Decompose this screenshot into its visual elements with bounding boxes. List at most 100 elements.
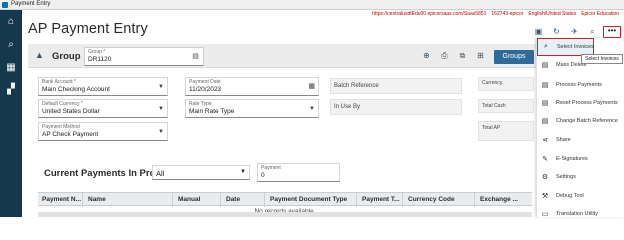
menu-item-label: E-Signatures <box>556 156 588 162</box>
more-options-button[interactable]: ••• <box>603 26 621 38</box>
tooltip: Select Invoices <box>581 54 623 64</box>
print-icon[interactable]: ⎙ <box>439 51 450 61</box>
session-info: https://centralusdtEdu00.epicorsaas.com/… <box>372 11 624 17</box>
menu-item-label: Translation Utility <box>556 211 598 217</box>
collapse-chevron-icon[interactable]: ▲ <box>35 50 44 60</box>
menu-item-process-payments[interactable]: ▤ Process Payments <box>537 77 624 95</box>
sidebar: ⌂ ⌕ ▦ ▞ <box>0 10 22 217</box>
menu-item-change-batch-reference[interactable]: ▤ Change Batch Reference <box>537 113 624 131</box>
payments-filter-select[interactable]: All ▼ <box>152 165 250 180</box>
column-divider[interactable] <box>474 193 475 207</box>
add-icon[interactable]: ⊕ <box>421 51 432 60</box>
group-field-value: DR1120 <box>88 56 112 63</box>
bank-account-field[interactable]: Bank Account * Main Checking Account ▼ <box>38 77 168 96</box>
session-info-bar: https://centralusdtEdu00.epicorsaas.com/… <box>22 10 624 19</box>
apps-grid-icon[interactable]: ▦ <box>5 62 17 74</box>
rate-type-label: Rate Type <box>189 101 212 107</box>
search-icon: ⌕ <box>544 43 548 50</box>
column-header-date[interactable]: Date <box>226 196 240 203</box>
table-header: Payment N... Name Manual Date Payment Do… <box>38 192 532 207</box>
payments-filter-value: All <box>156 169 165 178</box>
dropdown-caret-icon: ▼ <box>158 129 164 135</box>
payment-method-value: AP Check Payment <box>42 131 99 138</box>
batch-reference-label: Batch Reference <box>334 83 379 89</box>
menu-item-e-signatures[interactable]: ✎ E-Signatures <box>537 151 624 169</box>
menu-item-translation-utility[interactable]: ▭ Translation Utility <box>537 206 624 224</box>
batch-reference-field[interactable]: Batch Reference <box>330 78 462 94</box>
column-divider[interactable] <box>220 193 221 207</box>
column-header-payment-number[interactable]: Payment N... <box>42 196 81 203</box>
menu-item-label: Process Payments <box>556 82 602 88</box>
column-header-payment-type[interactable]: Payment T... <box>362 196 400 203</box>
total-ap-label: Total AP <box>482 125 501 131</box>
search-icon[interactable]: ⌕ <box>5 39 17 51</box>
dropdown-caret-icon: ▼ <box>158 84 164 90</box>
column-header-payment-document-type[interactable]: Payment Document Type <box>270 196 347 203</box>
in-use-by-field: In Use By <box>330 99 462 115</box>
column-divider[interactable] <box>402 193 403 207</box>
lookup-icon[interactable]: ▤ <box>190 52 201 60</box>
currency-label: Currency <box>482 80 503 86</box>
mass-delete-icon: ▤ <box>541 62 549 69</box>
app-icon <box>2 2 8 8</box>
payment-count-value: 0 <box>261 172 265 179</box>
calendar-icon[interactable]: ▦ <box>308 82 315 90</box>
session-company: 162743-epicor <box>491 11 524 17</box>
dropdown-caret-icon: ▼ <box>158 106 164 112</box>
menu-item-label: Select Invoices <box>557 44 594 50</box>
menu-item-label: Change Batch Reference <box>556 118 618 124</box>
payment-date-field[interactable]: Payment Date 11/20/2023 ▦ <box>185 77 319 96</box>
total-cash-label: Total Cash <box>482 103 506 109</box>
payment-method-field[interactable]: Payment Method AP Check Payment ▼ <box>38 122 168 141</box>
menu-item-label: Share <box>556 137 571 143</box>
share-icon: ⋖ <box>542 137 548 144</box>
column-header-manual[interactable]: Manual <box>178 196 200 203</box>
groups-button[interactable]: Groups <box>494 50 534 64</box>
overflow-menu: ⌕ Select Invoices ▤ Mass Delete ▤ Proces… <box>536 38 624 218</box>
column-divider[interactable] <box>172 193 173 207</box>
payment-count-field: Payment 0 <box>257 163 340 182</box>
session-site: Epicor Education <box>581 11 619 17</box>
column-header-exchange[interactable]: Exchange ... <box>480 196 518 203</box>
horizontal-scrollbar[interactable] <box>38 212 532 217</box>
column-divider[interactable] <box>264 193 265 207</box>
default-currency-label: Default Currency * <box>42 101 83 107</box>
currency-field: Currency <box>478 77 534 91</box>
payment-date-label: Payment Date <box>189 79 221 85</box>
session-url: https://centralusdtEdu00.epicorsaas.com/… <box>372 11 487 17</box>
default-currency-field[interactable]: Default Currency * United States Dollar … <box>38 99 168 118</box>
in-use-by-label: In Use By <box>334 104 361 110</box>
total-ap-field: Total AP <box>478 121 534 141</box>
open-icon[interactable]: ⧉ <box>457 51 468 61</box>
batch-icon: ▤ <box>541 118 549 125</box>
menu-item-label: Settings <box>556 174 576 180</box>
total-cash-field: Total Cash <box>478 99 534 113</box>
column-divider[interactable] <box>82 193 83 207</box>
home-icon[interactable]: ⌂ <box>5 16 17 28</box>
menu-item-settings[interactable]: ⚙ Settings <box>537 169 624 187</box>
dropdown-caret-icon: ▼ <box>309 106 315 112</box>
menu-item-label: Debug Tool <box>556 193 584 199</box>
signature-icon: ✎ <box>542 156 548 163</box>
process-icon: ▤ <box>541 82 549 89</box>
rate-type-field[interactable]: Rate Type Main Rate Type ▼ <box>185 99 319 118</box>
window-titlebar: Payment Entry <box>0 0 624 10</box>
group-field[interactable]: Group * DR1120 ▤ <box>84 47 204 66</box>
search-icon[interactable]: ⌕ <box>587 26 598 37</box>
column-divider[interactable] <box>356 193 357 207</box>
payment-method-label: Payment Method <box>42 124 80 130</box>
save-icon[interactable]: ▣ <box>533 26 544 37</box>
dashboard-icon[interactable]: ▞ <box>5 84 17 96</box>
column-header-name[interactable]: Name <box>88 196 106 203</box>
group-field-label: Group * <box>88 49 106 55</box>
refresh-icon[interactable]: ↻ <box>551 26 562 37</box>
actions-icon[interactable]: ✈ <box>569 26 580 37</box>
menu-item-share[interactable]: ⋖ Share <box>537 132 624 150</box>
window-title: Payment Entry <box>11 1 51 7</box>
rate-type-value: Main Rate Type <box>189 108 235 115</box>
column-header-currency-code[interactable]: Currency Code <box>408 196 455 203</box>
menu-item-reset-process-payments[interactable]: ▤ Reset Process Payments <box>537 95 624 113</box>
new-record-icon[interactable]: ⊞ <box>475 51 486 60</box>
menu-item-debug-tool[interactable]: ⚒ Debug Tool <box>537 188 624 206</box>
debug-icon: ⚒ <box>541 193 549 200</box>
